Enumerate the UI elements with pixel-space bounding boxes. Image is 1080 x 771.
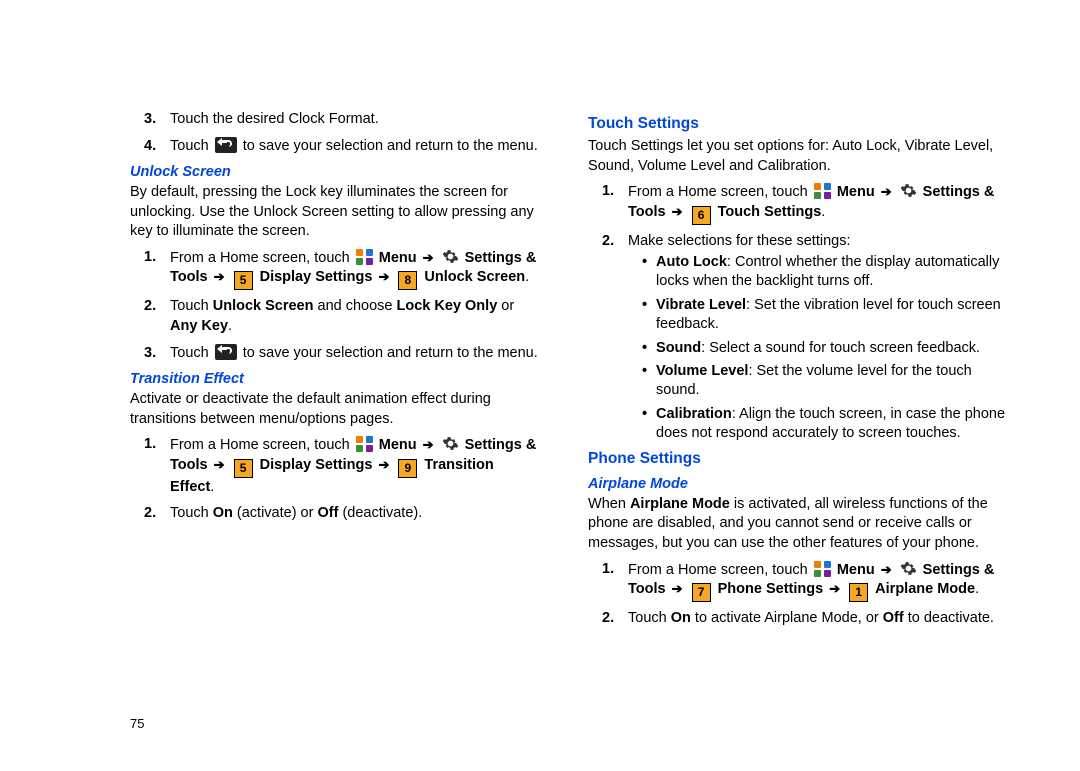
- number-box-6: 6: [692, 206, 711, 225]
- step-text: Make selections for these settings:: [628, 233, 850, 249]
- back-icon: [215, 137, 237, 153]
- step-number: 4.: [144, 137, 156, 157]
- list-item: 1. From a Home screen, touch Menu ➔ Sett…: [602, 560, 1006, 603]
- list-item: 3. Touch to save your selection and retu…: [144, 344, 538, 364]
- right-column: Touch Settings Touch Settings let you se…: [588, 110, 1006, 731]
- arrow-icon: ➔: [881, 562, 892, 577]
- arrow-icon: ➔: [829, 581, 840, 596]
- intro-text: Touch Settings let you set options for: …: [588, 137, 1006, 176]
- step-number: 1.: [144, 435, 156, 455]
- menu-icon: [814, 561, 831, 577]
- gear-icon: [900, 182, 917, 199]
- menu-icon: [356, 249, 373, 265]
- step-number: 1.: [602, 182, 614, 202]
- intro-text: When Airplane Mode is activated, all wir…: [588, 495, 1006, 554]
- intro-text: Activate or deactivate the default anima…: [130, 390, 538, 429]
- list-item: 1. From a Home screen, touch Menu ➔ Sett…: [602, 182, 1006, 225]
- menu-icon: [356, 436, 373, 452]
- unlock-screen-label: Unlock Screen: [424, 269, 525, 285]
- list-item: Calibration: Align the touch screen, in …: [642, 405, 1006, 443]
- phone-settings-label: Phone Settings: [718, 581, 824, 597]
- display-settings-label: Display Settings: [260, 457, 373, 473]
- gear-icon: [442, 248, 459, 265]
- arrow-icon: ➔: [214, 269, 225, 284]
- list-item: Volume Level: Set the volume level for t…: [642, 362, 1006, 400]
- heading-phone-settings: Phone Settings: [588, 450, 1006, 468]
- arrow-icon: ➔: [672, 204, 683, 219]
- settings-bullet-list: Auto Lock: Control whether the display a…: [642, 253, 1006, 443]
- list-item: 2. Touch On (activate) or Off (deactivat…: [144, 504, 538, 524]
- back-icon: [215, 344, 237, 360]
- list-item: 1. From a Home screen, touch Menu ➔ Sett…: [144, 435, 538, 497]
- gear-icon: [442, 435, 459, 452]
- list-item: 3. Touch the desired Clock Format.: [144, 110, 538, 130]
- menu-label: Menu: [379, 437, 417, 453]
- arrow-icon: ➔: [378, 457, 389, 472]
- step-text: Touch: [170, 298, 213, 314]
- menu-icon: [814, 183, 831, 199]
- number-box-9: 9: [398, 459, 417, 478]
- step-number: 1.: [144, 248, 156, 268]
- list-item: 2. Make selections for these settings: A…: [602, 232, 1006, 443]
- list-item: 2. Touch Unlock Screen and choose Lock K…: [144, 297, 538, 336]
- number-box-8: 8: [398, 271, 417, 290]
- page-number: 75: [130, 716, 144, 731]
- menu-label: Menu: [379, 250, 417, 266]
- airplane-steps: 1. From a Home screen, touch Menu ➔ Sett…: [602, 560, 1006, 629]
- step-text: to save your selection and return to the…: [243, 138, 538, 154]
- step-text: From a Home screen, touch: [170, 250, 354, 266]
- arrow-icon: ➔: [423, 250, 434, 265]
- step-text: Touch: [628, 610, 671, 626]
- step-number: 2.: [602, 609, 614, 629]
- list-item: Vibrate Level: Set the vibration level f…: [642, 296, 1006, 334]
- step-text: Touch: [170, 138, 213, 154]
- step-number: 2.: [602, 232, 614, 252]
- arrow-icon: ➔: [881, 184, 892, 199]
- arrow-icon: ➔: [423, 437, 434, 452]
- number-box-7: 7: [692, 583, 711, 602]
- touch-settings-steps: 1. From a Home screen, touch Menu ➔ Sett…: [602, 182, 1006, 443]
- step-number: 2.: [144, 297, 156, 317]
- manual-page: 3. Touch the desired Clock Format. 4. To…: [0, 0, 1080, 771]
- airplane-mode-label: Airplane Mode: [875, 581, 975, 597]
- display-settings-label: Display Settings: [260, 269, 373, 285]
- list-item: 4. Touch to save your selection and retu…: [144, 137, 538, 157]
- number-box-1: 1: [849, 583, 868, 602]
- intro-text: By default, pressing the Lock key illumi…: [130, 183, 538, 242]
- unlock-screen-steps: 1. From a Home screen, touch Menu ➔ Sett…: [144, 248, 538, 363]
- subheading-unlock-screen: Unlock Screen: [130, 164, 538, 180]
- list-item: Auto Lock: Control whether the display a…: [642, 253, 1006, 291]
- step-text: to save your selection and return to the…: [243, 345, 538, 361]
- menu-label: Menu: [837, 562, 875, 578]
- step-text: Touch: [170, 345, 213, 361]
- step-number: 3.: [144, 110, 156, 130]
- left-column: 3. Touch the desired Clock Format. 4. To…: [130, 110, 538, 731]
- list-item: 2. Touch On to activate Airplane Mode, o…: [602, 609, 1006, 629]
- step-text: From a Home screen, touch: [170, 437, 354, 453]
- number-box-5: 5: [234, 271, 253, 290]
- step-number: 1.: [602, 560, 614, 580]
- step-number: 3.: [144, 344, 156, 364]
- number-box-5: 5: [234, 459, 253, 478]
- arrow-icon: ➔: [672, 581, 683, 596]
- subheading-transition: Transition Effect: [130, 371, 538, 387]
- subheading-airplane: Airplane Mode: [588, 476, 1006, 492]
- transition-steps: 1. From a Home screen, touch Menu ➔ Sett…: [144, 435, 538, 524]
- clock-format-steps: 3. Touch the desired Clock Format. 4. To…: [144, 110, 538, 156]
- list-item: 1. From a Home screen, touch Menu ➔ Sett…: [144, 248, 538, 291]
- heading-touch-settings: Touch Settings: [588, 115, 1006, 133]
- gear-icon: [900, 560, 917, 577]
- step-text: From a Home screen, touch: [628, 562, 812, 578]
- step-text: From a Home screen, touch: [628, 184, 812, 200]
- step-text: Touch the desired Clock Format.: [170, 111, 379, 127]
- menu-label: Menu: [837, 184, 875, 200]
- arrow-icon: ➔: [378, 269, 389, 284]
- list-item: Sound: Select a sound for touch screen f…: [642, 339, 1006, 358]
- step-text: Touch: [170, 505, 213, 521]
- touch-settings-label: Touch Settings: [718, 204, 822, 220]
- arrow-icon: ➔: [214, 457, 225, 472]
- step-number: 2.: [144, 504, 156, 524]
